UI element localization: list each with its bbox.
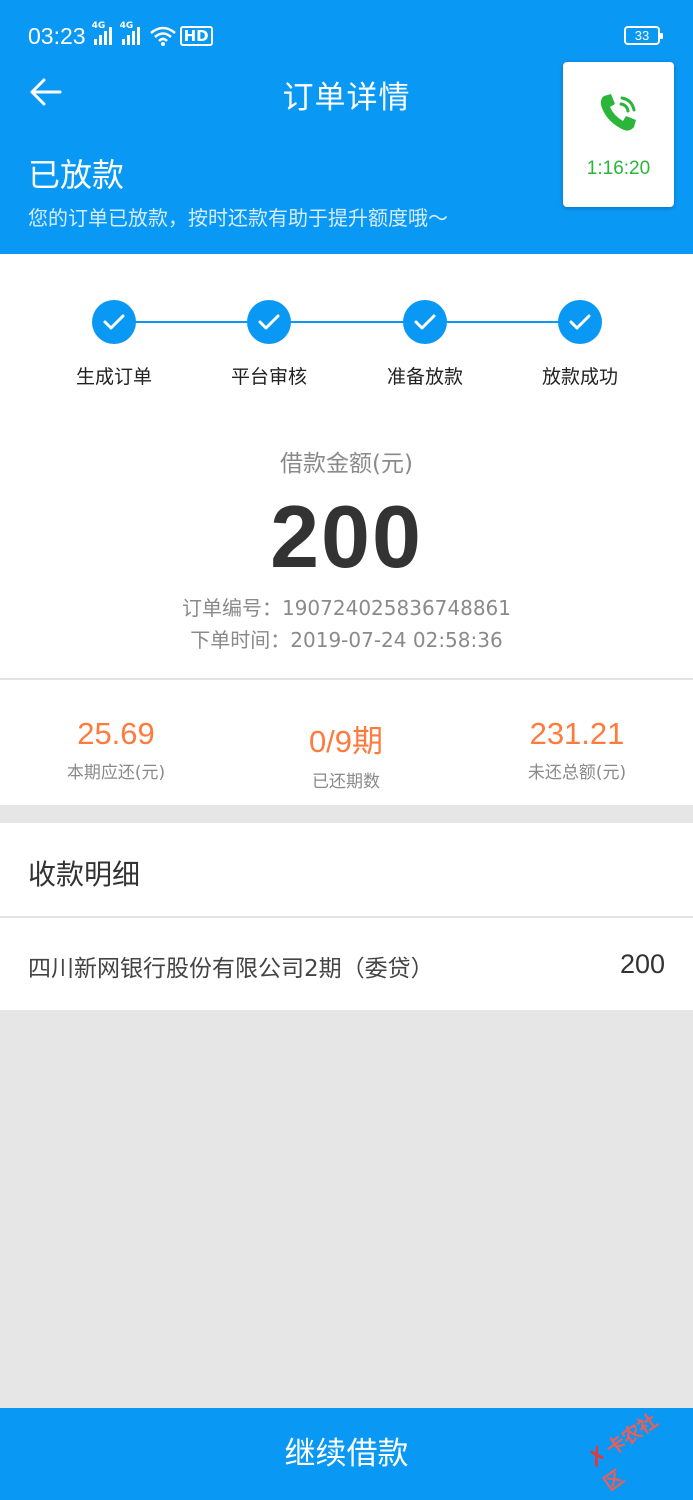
check-icon (92, 300, 136, 344)
stat-label: 未还总额(元) (527, 763, 627, 783)
header: 03:23 4G 4G HD 33 订单详情 已放款 您的订单已放款，按时还款有… (0, 0, 693, 254)
check-icon (247, 300, 291, 344)
receipt-amount: 200 (619, 949, 665, 979)
stat-remaining-total: 231.21 未还总额(元) (462, 716, 692, 783)
step-label: 放款成功 (541, 366, 618, 388)
cell-signal-icon: 4G (120, 21, 140, 45)
step-2: 平台审核 (191, 300, 347, 389)
call-timer: 1:16:20 (586, 158, 651, 179)
step-label: 平台审核 (230, 366, 307, 388)
status-bar: 03:23 4G 4G HD (28, 20, 213, 52)
stat-current-due: 25.69 本期应还(元) (1, 716, 231, 783)
order-time: 下单时间：2019-07-24 02:58:36 (190, 628, 503, 652)
order-status-title: 已放款 (28, 156, 125, 194)
step-1: 生成订单 (36, 300, 192, 389)
receipt-payee: 四川新网银行股份有限公司2期（委贷） (28, 956, 434, 982)
stat-value: 0/9期 (308, 724, 384, 759)
call-floating-widget[interactable]: 1:16:20 (563, 62, 674, 207)
divider (0, 916, 693, 918)
stat-value: 25.69 (77, 716, 155, 751)
loan-amount-label: 借款金额(元) (280, 451, 413, 477)
step-label: 生成订单 (75, 366, 152, 388)
phone-call-icon (600, 94, 636, 131)
step-label: 准备放款 (386, 366, 463, 388)
divider (0, 678, 693, 680)
battery-icon: 33 (624, 26, 663, 45)
stat-label: 已还期数 (312, 772, 380, 792)
receipt-title: 收款明细 (28, 858, 141, 891)
order-main-card: 生成订单 平台审核 准备放款 放款成功 借款金额(元) 200 订单编号：190… (0, 254, 693, 805)
step-3: 准备放款 (347, 300, 503, 389)
step-4: 放款成功 (502, 300, 658, 389)
order-status-subtitle: 您的订单已放款，按时还款有助于提升额度哦～ (28, 206, 448, 230)
cell-signal-icon: 4G (92, 21, 112, 45)
check-icon (403, 300, 447, 344)
status-time: 03:23 (28, 22, 86, 49)
stat-label: 本期应还(元) (66, 763, 166, 783)
loan-amount: 200 (270, 487, 423, 586)
stat-value: 231.21 (529, 716, 625, 751)
stat-periods-paid: 0/9期 已还期数 (231, 716, 461, 792)
wifi-icon (149, 26, 176, 46)
progress-steps: 生成订单 平台审核 准备放款 放款成功 (0, 300, 693, 390)
check-icon (558, 300, 602, 344)
receipt-section: 收款明细 四川新网银行股份有限公司2期（委贷） 200 (0, 823, 693, 1010)
order-number: 订单编号：190724025836748861 (181, 596, 512, 620)
hd-icon: HD (179, 26, 213, 46)
